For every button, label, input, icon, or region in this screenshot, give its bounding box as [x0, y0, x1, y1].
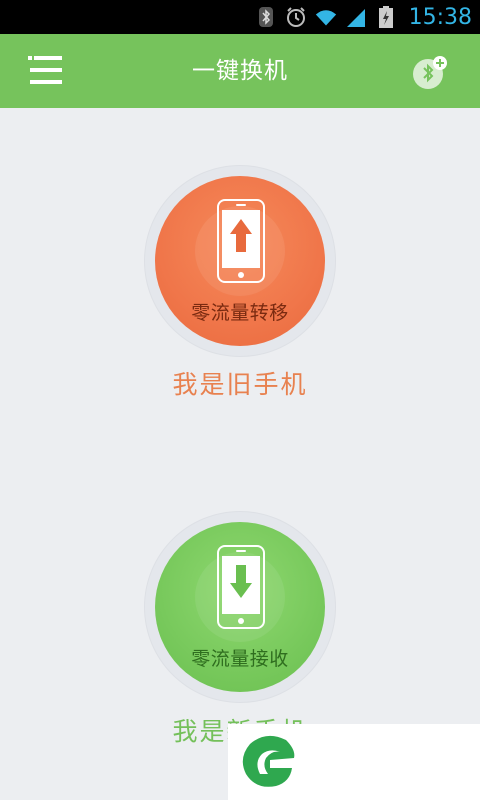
screen: 15:38 一键换机 零流量转移 我是旧手机 零流量接收: [0, 0, 480, 800]
bluetooth-icon: [255, 6, 277, 28]
alarm-icon: [285, 6, 307, 28]
page-title: 一键换机: [192, 58, 288, 84]
receive-button-label: 零流量接收: [191, 648, 289, 670]
bluetooth-add-icon: [413, 56, 447, 89]
transfer-button-label: 零流量转移: [191, 302, 289, 324]
old-phone-circle-frame: 零流量转移: [145, 166, 335, 356]
battery-charging-icon: [375, 6, 397, 28]
bluetooth-add-button[interactable]: [410, 54, 450, 92]
phone-upload-icon: [217, 199, 265, 283]
old-phone-caption[interactable]: 我是旧手机: [0, 365, 480, 401]
zero-traffic-transfer-button[interactable]: 零流量转移: [155, 176, 325, 346]
app-bar: 一键换机: [0, 34, 480, 108]
status-bar: 15:38: [0, 0, 480, 34]
app-logo-icon: [242, 735, 295, 787]
wifi-icon: [315, 6, 337, 28]
zero-traffic-receive-button[interactable]: 零流量接收: [155, 522, 325, 692]
overlay-logo-card: [228, 724, 480, 800]
signal-icon: [345, 6, 367, 28]
new-phone-circle-frame: 零流量接收: [145, 512, 335, 702]
clock: 15:38: [408, 4, 472, 30]
phone-download-icon: [217, 545, 265, 629]
